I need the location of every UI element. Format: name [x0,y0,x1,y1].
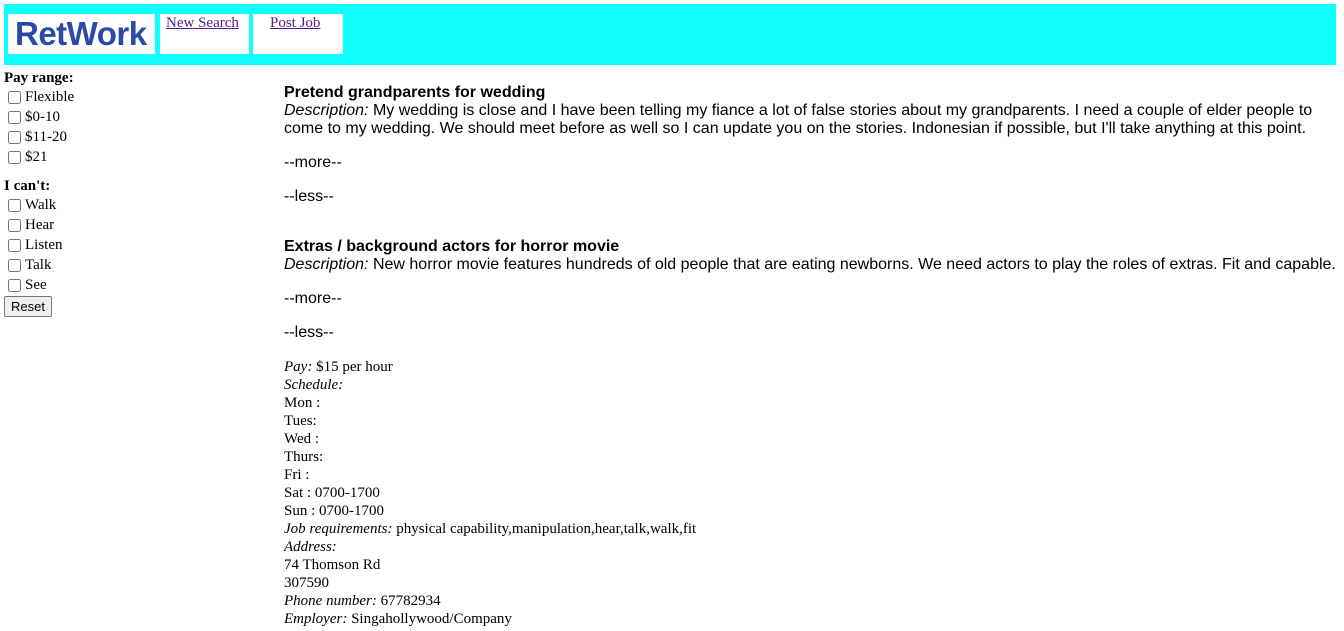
logo[interactable]: RetWork [15,15,147,53]
cant-hear-checkbox[interactable] [8,218,21,232]
filter-sidebar: Pay range: Flexible $0-10 $11-20 $21 I c… [4,69,264,317]
more-link[interactable]: --more-- [284,154,1342,172]
cant-option-label: Hear [25,217,55,233]
schedule-day: Wed : [284,431,320,447]
phone-value: 67782934 [380,593,441,609]
job-description: Description: New horror movie features h… [284,256,1342,274]
nav-new-search-box: New Search [160,14,249,54]
job-card: Extras / background actors for horror mo… [284,238,1342,628]
requirements-value: physical capability,manipulation,hear,ta… [396,521,697,537]
cant-option-listen: Listen [4,235,264,255]
schedule-day: Thurs: [284,449,324,465]
pay-option-flexible: Flexible [4,87,264,107]
less-link[interactable]: --less-- [284,188,1342,206]
less-link[interactable]: --less-- [284,324,1342,342]
address-label-text: Address: [284,539,337,555]
description-label: Description: [284,256,369,273]
requirements-row: Job requirements: physical capability,ma… [284,520,1342,538]
cant-talk-checkbox[interactable] [8,258,21,272]
pay-option-label: $11-20 [25,129,67,145]
pay-option-label: Flexible [25,89,75,105]
site-header: RetWork New Search Post Job [4,4,1336,65]
pay-option-21: $21 [4,147,264,167]
reset-button[interactable]: Reset [4,296,52,317]
employer-row: Employer: Singahollywood/Company [284,610,1342,628]
pay-row: Pay: $15 per hour [284,358,1342,376]
nav-post-job-box: Post Job [253,14,343,54]
address-label: Address: [284,538,1342,556]
post-job-link[interactable]: Post Job [270,14,320,32]
cant-walk-checkbox[interactable] [8,198,21,212]
job-title: Extras / background actors for horror mo… [284,238,620,255]
pay-0-10-checkbox[interactable] [8,110,21,124]
job-title: Pretend grandparents for wedding [284,84,546,101]
description-label: Description: [284,102,369,119]
schedule-day: Mon : [284,395,321,411]
cant-option-see: See [4,275,264,295]
schedule-label: Schedule: [284,376,1342,394]
employer-label: Employer: [284,611,348,627]
logo-box: RetWork [8,14,155,54]
requirements-label: Job requirements: [284,521,393,537]
cant-see-checkbox[interactable] [8,278,21,292]
pay-value: $15 per hour [316,359,393,375]
phone-label: Phone number: [284,593,377,609]
cant-title: I can't: [4,178,51,194]
cant-option-label: Talk [25,257,52,273]
employer-value: Singahollywood/Company [351,611,512,627]
cant-option-label: Walk [25,197,57,213]
pay-option-0-10: $0-10 [4,107,264,127]
job-description: Description: My wedding is close and I h… [284,102,1342,138]
job-list: Pretend grandparents for wedding Descrip… [284,84,1342,628]
new-search-link[interactable]: New Search [166,14,239,32]
cant-option-walk: Walk [4,195,264,215]
cant-option-label: Listen [25,237,63,253]
cant-option-label: See [25,277,47,293]
pay-11-20-checkbox[interactable] [8,130,21,144]
pay-flexible-checkbox[interactable] [8,90,21,104]
more-link[interactable]: --more-- [284,290,1342,308]
pay-21-checkbox[interactable] [8,150,21,164]
pay-range-title: Pay range: [4,70,74,86]
cant-listen-checkbox[interactable] [8,238,21,252]
schedule-day: Fri : [284,467,310,483]
pay-option-11-20: $11-20 [4,127,264,147]
cant-option-hear: Hear [4,215,264,235]
phone-row: Phone number: 67782934 [284,592,1342,610]
description-text: My wedding is close and I have been tell… [284,102,1313,137]
pay-option-label: $0-10 [25,109,60,125]
address-line: 74 Thomson Rd [284,557,381,573]
job-card: Pretend grandparents for wedding Descrip… [284,84,1342,206]
schedule-label-text: Schedule: [284,377,344,393]
schedule-day: Tues: [284,413,317,429]
schedule-day: Sun : 0700-1700 [284,503,385,519]
description-text: New horror movie features hundreds of ol… [372,256,1336,273]
cant-option-talk: Talk [4,255,264,275]
pay-option-label: $21 [25,149,48,165]
pay-label: Pay: [284,359,313,375]
schedule-day: Sat : 0700-1700 [284,485,380,501]
address-line: 307590 [284,575,329,591]
job-details: Pay: $15 per hour Schedule: Mon : Tues: … [284,358,1342,628]
